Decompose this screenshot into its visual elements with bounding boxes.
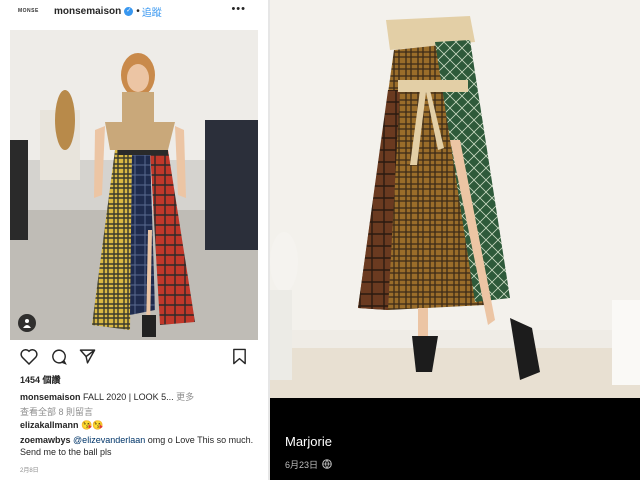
- comment-username[interactable]: elizakallmann: [20, 420, 79, 430]
- photo-title: Marjorie: [285, 434, 332, 449]
- follow-button[interactable]: 追蹤: [142, 4, 162, 19]
- comment-mention[interactable]: @elizevanderlaan: [73, 435, 145, 445]
- username[interactable]: monsemaison: [54, 6, 121, 17]
- comment-icon[interactable]: [50, 348, 68, 370]
- photo-date: 6月23日: [285, 458, 332, 471]
- bookmark-icon[interactable]: [232, 348, 247, 370]
- verified-badge-icon: ✓: [124, 6, 134, 16]
- more-options-icon[interactable]: •••: [231, 3, 246, 15]
- comment-username[interactable]: zoemawbys: [20, 435, 71, 445]
- share-icon[interactable]: [79, 348, 96, 370]
- post-header: MONSE monsemaison ✓ • 追蹤 •••: [0, 0, 270, 22]
- likes-count[interactable]: 1454 個讚: [20, 373, 61, 386]
- user-tag-icon[interactable]: [18, 314, 36, 332]
- caption-username[interactable]: monsemaison: [20, 392, 81, 402]
- view-all-comments-link[interactable]: 查看全部 8 則留言: [20, 405, 93, 418]
- comment: elizakallmann 😘😘: [20, 420, 103, 431]
- post-photo[interactable]: [10, 30, 258, 340]
- instagram-post: MONSE monsemaison ✓ • 追蹤 ••• 1454 個讚 mon…: [0, 0, 270, 480]
- post-date: 2月8日: [20, 468, 39, 474]
- post-caption: monsemaison FALL 2020 | LOOK 5... 更多: [20, 390, 194, 403]
- action-bar: [20, 348, 250, 366]
- caption-more-link[interactable]: 更多: [176, 392, 194, 402]
- separator-dot: •: [136, 5, 140, 17]
- comment-text: 😘😘: [81, 420, 104, 430]
- heart-icon[interactable]: [20, 348, 38, 370]
- photo-date-text: 6月23日: [285, 460, 319, 470]
- caption-bar: Marjorie 6月23日: [270, 398, 640, 480]
- globe-icon: [322, 458, 332, 471]
- avatar[interactable]: MONSE: [18, 4, 44, 18]
- product-photo[interactable]: [270, 0, 640, 398]
- photo-panel: Marjorie 6月23日: [270, 0, 640, 480]
- runway-photo: [10, 30, 258, 340]
- caption-text: FALL 2020 | LOOK 5...: [83, 392, 174, 402]
- comment: zoemawbys @elizevanderlaan omg o Love Th…: [20, 434, 260, 458]
